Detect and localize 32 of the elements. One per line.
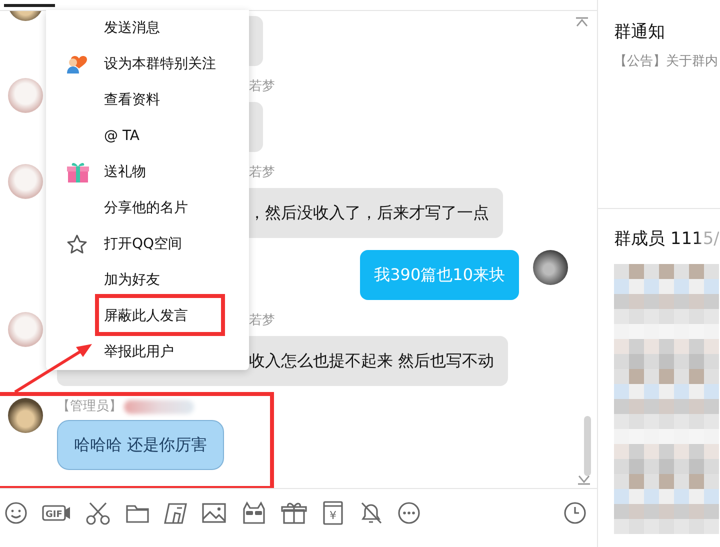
menu-item[interactable]: 查看资料 [46, 82, 249, 118]
avatar[interactable] [8, 398, 43, 433]
announcement-text[interactable]: 【公告】关于群内 [614, 52, 720, 70]
menu-item[interactable]: 屏蔽此人发言 [46, 298, 249, 334]
sender-name: 若梦 [249, 78, 275, 96]
panel-title: 群通知 [614, 21, 666, 43]
more-icon[interactable] [397, 501, 421, 525]
sender-name: 若梦 [249, 164, 275, 182]
gift-icon[interactable] [281, 501, 307, 525]
menu-item[interactable]: 设为本群特别关注 [46, 46, 249, 82]
clock-icon[interactable] [563, 501, 587, 525]
active-tab-indicator [4, 4, 55, 7]
pen-document-icon[interactable] [164, 501, 187, 525]
menu-item[interactable]: 送礼物 [46, 154, 249, 190]
image-icon[interactable] [201, 501, 227, 525]
message-bubble: 哈哈哈 还是你厉害 [57, 420, 224, 470]
sender-name: 若梦 [249, 312, 275, 330]
collapse-up-icon [575, 17, 589, 27]
scroll-down-icon [577, 475, 591, 485]
yuan-envelope-icon[interactable]: ¥ [321, 501, 345, 525]
message-bubble: 我390篇也10来块 [360, 250, 519, 300]
menu-item[interactable]: @ TA [46, 118, 249, 154]
scissors-icon[interactable] [85, 501, 111, 525]
emoji-icon[interactable] [4, 501, 28, 525]
bell-muted-icon[interactable] [359, 501, 383, 525]
menu-item[interactable]: 发送消息 [46, 10, 249, 46]
menu-item[interactable]: 加为好友 [46, 262, 249, 298]
cat-sunglasses-icon[interactable] [241, 501, 267, 525]
sender-name: 【管理员】 [57, 398, 122, 416]
scrollbar-thumb[interactable] [584, 416, 591, 476]
blurred-name [124, 400, 194, 414]
avatar[interactable] [533, 250, 568, 285]
